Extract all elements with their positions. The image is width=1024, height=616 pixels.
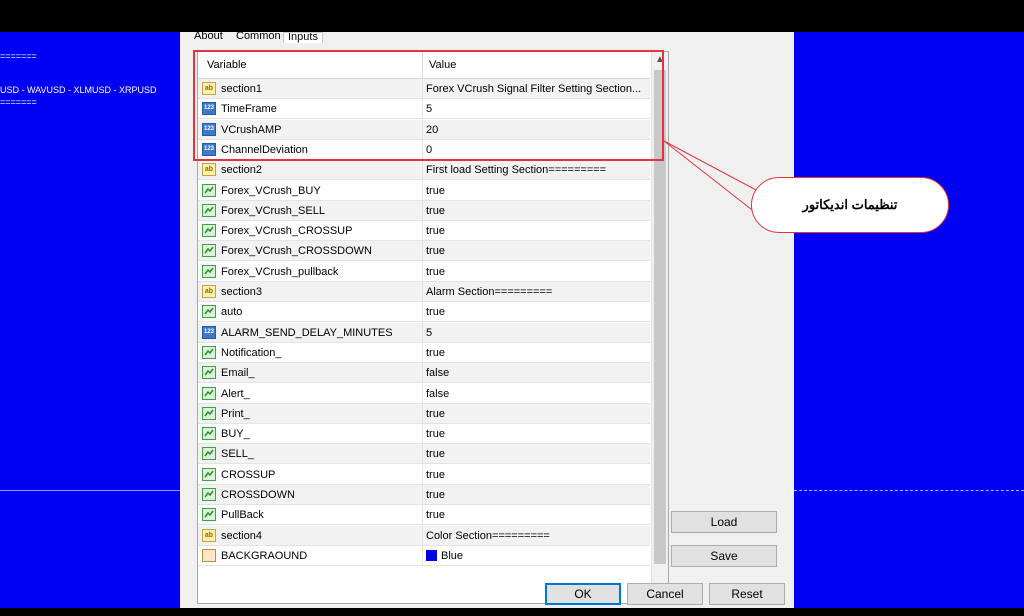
- callout-pointer: [663, 140, 759, 214]
- callout-label: تنظیمات اندیکاتور: [751, 177, 949, 233]
